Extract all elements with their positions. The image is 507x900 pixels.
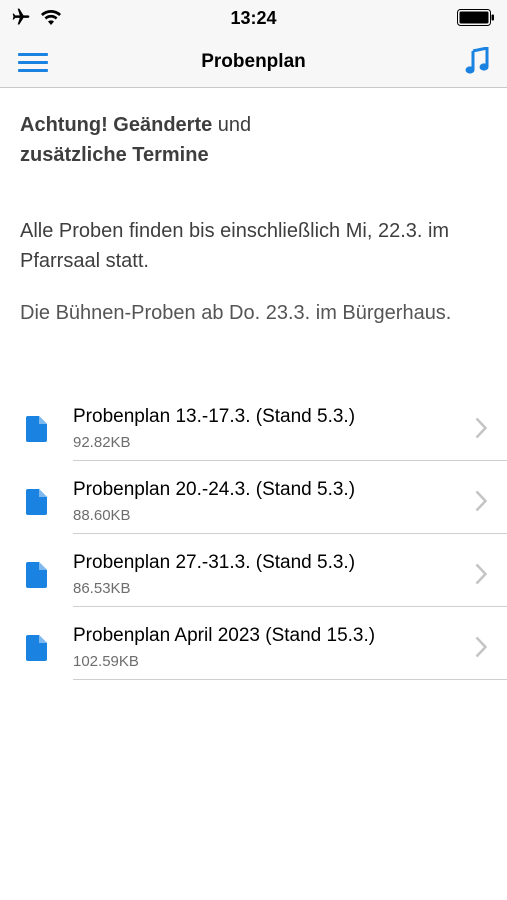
status-time: 13:24 bbox=[230, 8, 277, 28]
document-icon bbox=[26, 489, 47, 515]
file-list-item[interactable]: Probenplan 20.-24.3. (Stand 5.3.) 88.60K… bbox=[0, 461, 507, 534]
music-note-icon[interactable] bbox=[465, 47, 489, 75]
notice-paragraph-2: Die Bühnen-Proben ab Do. 23.3. im Bürger… bbox=[20, 302, 452, 324]
status-bar: 13:24 bbox=[0, 0, 507, 36]
chevron-right-icon bbox=[475, 490, 487, 512]
navigation-bar: Probenplan bbox=[0, 36, 507, 88]
chevron-right-icon bbox=[475, 636, 487, 658]
file-size: 88.60KB bbox=[73, 507, 131, 524]
notice-headline-block: Achtung! Geänderte und zusätzliche Termi… bbox=[20, 110, 490, 170]
document-icon bbox=[26, 562, 47, 588]
notice-headline: Achtung! Geänderte und zusätzliche Termi… bbox=[20, 110, 490, 170]
row-divider bbox=[73, 679, 507, 680]
file-name: Probenplan 13.-17.3. (Stand 5.3.) bbox=[73, 406, 356, 427]
headline-normal-part: und bbox=[212, 114, 252, 136]
page-title: Probenplan bbox=[201, 51, 306, 72]
file-name: Probenplan 20.-24.3. (Stand 5.3.) bbox=[73, 479, 356, 500]
file-list-item[interactable]: Probenplan April 2023 (Stand 15.3.) 102.… bbox=[0, 607, 507, 680]
file-size: 92.82KB bbox=[73, 434, 131, 451]
document-icon bbox=[26, 635, 47, 661]
file-list: Probenplan 13.-17.3. (Stand 5.3.) 92.82K… bbox=[0, 388, 507, 680]
file-size: 102.59KB bbox=[73, 653, 139, 670]
document-icon bbox=[26, 416, 47, 442]
file-name: Probenplan April 2023 (Stand 15.3.) bbox=[73, 625, 376, 646]
headline-bold-part-2: zusätzliche Termine bbox=[20, 144, 209, 166]
notice-paragraph-1: Alle Proben finden bis einschließlich Mi… bbox=[20, 220, 450, 272]
headline-bold-part-1: Achtung! Geänderte bbox=[20, 114, 213, 136]
file-list-item[interactable]: Probenplan 13.-17.3. (Stand 5.3.) 92.82K… bbox=[0, 388, 507, 461]
chevron-right-icon bbox=[475, 417, 487, 439]
file-list-item[interactable]: Probenplan 27.-31.3. (Stand 5.3.) 86.53K… bbox=[0, 534, 507, 607]
chevron-right-icon bbox=[475, 563, 487, 585]
battery-icon bbox=[457, 9, 494, 26]
file-size: 86.53KB bbox=[73, 580, 131, 597]
file-name: Probenplan 27.-31.3. (Stand 5.3.) bbox=[73, 552, 356, 573]
